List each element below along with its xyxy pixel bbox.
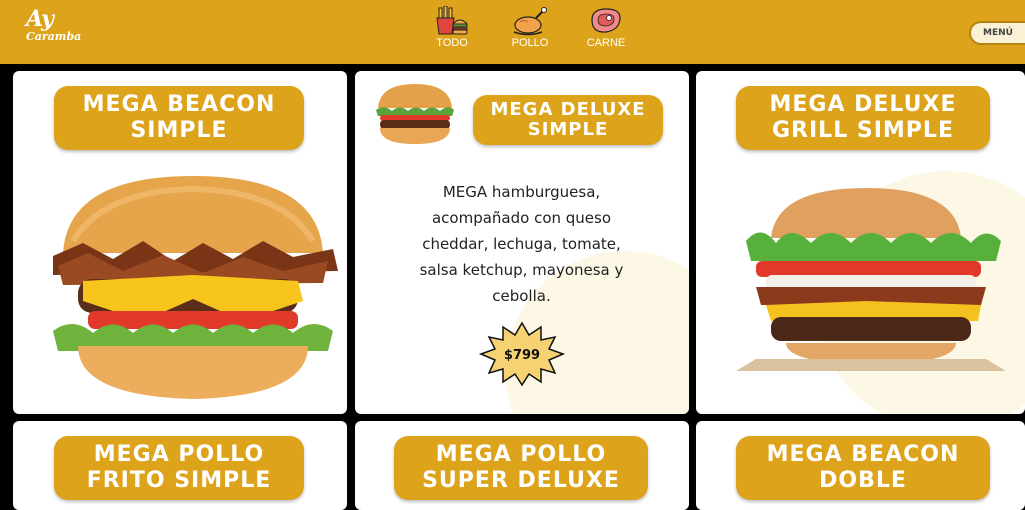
price-badge: $799 [479,321,565,387]
deluxe-burger-thumbnail [376,84,454,144]
menu-button[interactable]: MENÚ [969,21,1025,45]
product-title-line2: DOBLE [819,468,907,493]
product-title-button[interactable]: MEGA POLLO FRITO SIMPLE [54,436,304,500]
nav-label: TODO [436,37,468,49]
description-line: MEGA hamburguesa, [442,183,601,201]
fries-burger-icon [436,6,469,35]
product-title-line1: MEGA DELUXE [490,99,646,120]
roast-chicken-icon [513,7,547,36]
product-title-line2: FRITO SIMPLE [86,468,272,493]
description-line: salsa ketchup, mayonesa y [419,261,624,279]
brand-logo[interactable]: Ay Caramba [26,8,96,44]
logo-subtitle: Caramba [26,30,82,43]
nav-label: POLLO [511,37,549,49]
product-card[interactable]: MEGA DELUXE SIMPLE MEGA hamburguesa, aco… [355,71,689,414]
product-card[interactable]: MEGA POLLO SUPER DELUXE [355,421,689,510]
product-title-line1: MEGA BEACON [766,442,960,467]
logo-title: Ay [26,6,54,32]
product-title-line1: MEGA BEACON [82,92,276,117]
product-title-line2: SIMPLE [527,119,609,140]
nav-label: CARNE [586,37,626,49]
product-title-line2: SIMPLE [130,118,228,143]
product-description: MEGA hamburguesa, acompañado con queso c… [355,179,688,309]
product-title-line1: MEGA POLLO [435,442,607,467]
product-title-line1: MEGA POLLO [93,442,265,467]
product-card[interactable]: MEGA DELUXE GRILL SIMPLE [696,71,1025,414]
description-line: cebolla. [492,287,551,305]
description-line: acompañado con queso [431,209,612,227]
product-title-button[interactable]: MEGA DELUXE SIMPLE [473,95,663,145]
top-navbar: Ay Caramba TODO POLLO CARNE MENÚ [0,0,1025,64]
product-title-button[interactable]: MEGA BEACON DOBLE [736,436,990,500]
product-title-button[interactable]: MEGA BEACON SIMPLE [54,86,304,150]
bacon-burger-image [53,176,338,399]
product-title-button[interactable]: MEGA DELUXE GRILL SIMPLE [736,86,990,150]
product-card[interactable]: MEGA BEACON SIMPLE [13,71,347,414]
product-title-line1: MEGA DELUXE [769,92,957,117]
product-title-button[interactable]: MEGA POLLO SUPER DELUXE [394,436,648,500]
nav-item-pollo[interactable]: POLLO [497,6,563,60]
nav-item-carne[interactable]: CARNE [573,6,639,60]
product-title-line2: SUPER DELUXE [422,468,620,493]
price-text: $799 [504,348,540,363]
description-line: cheddar, lechuga, tomate, [422,235,621,253]
product-title-line2: GRILL SIMPLE [772,118,954,143]
steak-icon [591,8,621,33]
nav-item-todo[interactable]: TODO [419,6,485,60]
product-card[interactable]: MEGA POLLO FRITO SIMPLE [13,421,347,510]
product-card[interactable]: MEGA BEACON DOBLE [696,421,1025,510]
deluxe-grill-burger-image [736,188,1006,371]
